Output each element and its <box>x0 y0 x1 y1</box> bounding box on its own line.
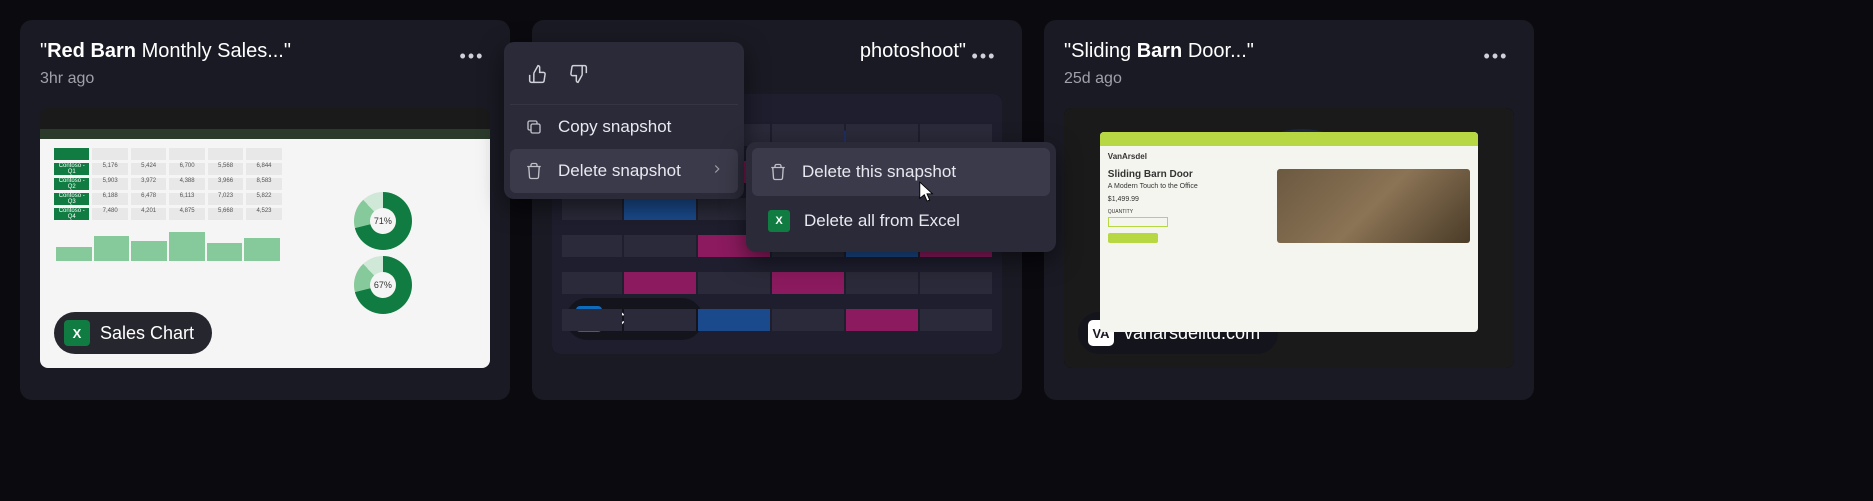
mouse-cursor-icon <box>918 180 936 204</box>
title-match: Red Barn <box>47 40 136 62</box>
donut-chart: 71% <box>354 192 412 250</box>
thumbs-up-button[interactable] <box>522 58 554 90</box>
web-preview: VanArsdel Sliding Barn Door A Modern Tou… <box>1064 108 1514 368</box>
card-title-block: "Red Barn Monthly Sales..." 3hr ago <box>40 38 454 88</box>
delete-all-excel-item[interactable]: X Delete all from Excel <box>752 196 1050 246</box>
donut-pct: 71% <box>354 192 412 250</box>
thumbs-down-button[interactable] <box>562 58 594 90</box>
web-brand: VanArsdel <box>1108 152 1470 161</box>
web-price: $1,499.99 <box>1108 196 1269 203</box>
title-rest: Monthly Sales..." <box>136 40 291 62</box>
card-title-block: "Sliding Barn Door..." 25d ago <box>1064 38 1478 88</box>
web-qty: QUANTITY <box>1108 209 1269 215</box>
card-header: "Red Barn Monthly Sales..." 3hr ago ••• <box>40 38 490 88</box>
snapshot-thumbnail[interactable]: VanArsdel Sliding Barn Door A Modern Tou… <box>1064 108 1514 368</box>
mini-bar-chart <box>54 223 282 263</box>
menu-item-label: Delete this snapshot <box>802 162 956 182</box>
delete-this-snapshot-item[interactable]: Delete this snapshot <box>752 148 1050 196</box>
card-title: photoshoot" <box>752 38 966 64</box>
excel-row-label: Contoso - Q3 <box>54 193 89 205</box>
copy-snapshot-item[interactable]: Copy snapshot <box>510 105 738 149</box>
excel-row-label: Contoso - Q1 <box>54 163 89 175</box>
more-options-button[interactable]: ••• <box>966 38 1002 74</box>
menu-item-label: Copy snapshot <box>558 117 671 137</box>
more-options-button[interactable]: ••• <box>454 38 490 74</box>
excel-row-label: Contoso - Q2 <box>54 178 89 190</box>
feedback-row <box>510 48 738 105</box>
snapshot-thumbnail[interactable]: Contoso - Q15,1765,4246,7005,5686,844 Co… <box>40 108 490 368</box>
card-title: "Sliding Barn Door..." <box>1064 38 1478 64</box>
trash-icon <box>524 162 544 180</box>
chevron-right-icon <box>710 161 724 181</box>
delete-submenu: Delete this snapshot X Delete all from E… <box>746 142 1056 252</box>
web-heading: Sliding Barn Door <box>1108 169 1269 180</box>
copy-icon <box>524 118 544 136</box>
snapshot-card[interactable]: "Red Barn Monthly Sales..." 3hr ago ••• … <box>20 20 510 400</box>
snapshot-card[interactable]: "Sliding Barn Door..." 25d ago ••• VanAr… <box>1044 20 1534 400</box>
web-product-image <box>1277 169 1470 243</box>
card-title: "Red Barn Monthly Sales..." <box>40 38 454 64</box>
donut-pct: 67% <box>354 256 412 314</box>
delete-snapshot-item[interactable]: Delete snapshot <box>510 149 738 193</box>
title-pre: "Sliding <box>1064 40 1137 62</box>
card-timestamp: 3hr ago <box>40 70 454 88</box>
card-header: "Sliding Barn Door..." 25d ago ••• <box>1064 38 1514 88</box>
more-options-button[interactable]: ••• <box>1478 38 1514 74</box>
excel-row-label: Contoso - Q4 <box>54 208 89 220</box>
donut-chart: 67% <box>354 256 412 314</box>
excel-icon: X <box>64 320 90 346</box>
title-rest: Door..." <box>1182 40 1254 62</box>
context-menu: Copy snapshot Delete snapshot <box>504 42 744 199</box>
menu-item-label: Delete all from Excel <box>804 211 960 231</box>
menu-item-label: Delete snapshot <box>558 161 681 181</box>
title-match: Barn <box>1137 40 1183 62</box>
title-rest: photoshoot" <box>860 40 966 62</box>
excel-icon: X <box>768 210 790 232</box>
web-sub: A Modern Touch to the Office <box>1108 183 1269 190</box>
trash-icon <box>768 163 788 181</box>
web-cta <box>1108 233 1158 243</box>
card-timestamp: 25d ago <box>1064 70 1478 88</box>
app-badge-label: Sales Chart <box>100 323 194 344</box>
app-badge: X Sales Chart <box>54 312 212 354</box>
